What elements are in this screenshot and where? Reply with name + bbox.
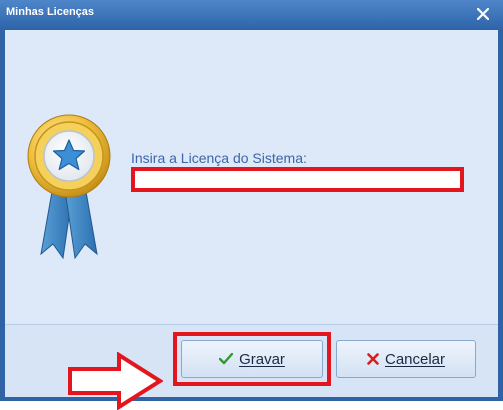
save-button-label: Gravar [239,350,285,368]
checkmark-icon [219,353,234,365]
license-label: Insira a Licença do Sistema: [131,150,307,166]
window-title: Minhas Licenças [6,6,95,18]
dialog-window: Minhas Licenças Insira a Licença do Sist… [0,0,503,410]
red-x-icon [367,353,379,365]
red-arrow-icon [68,352,163,410]
title-bar[interactable]: Minhas Licenças [0,0,503,30]
save-button[interactable]: Gravar [181,340,323,378]
cancel-button[interactable]: Cancelar [336,340,476,378]
close-button[interactable] [472,4,494,24]
license-input[interactable] [131,167,464,192]
cancel-button-label: Cancelar [384,350,446,368]
dialog-body: Insira a Licença do Sistema: Gravar Canc… [5,30,498,410]
close-icon [477,8,489,20]
award-medal-icon [27,114,111,260]
